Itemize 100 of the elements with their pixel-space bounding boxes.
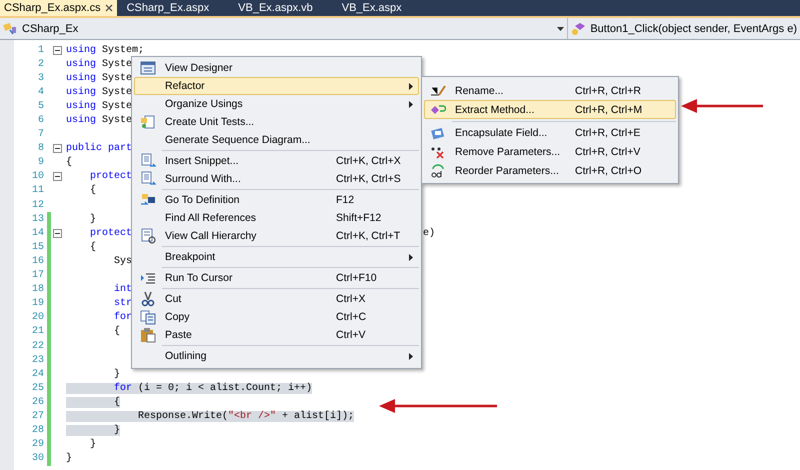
document-tab[interactable]: CSharp_Ex.aspx.cs (0, 0, 117, 16)
code-text: e) (423, 228, 436, 239)
close-icon (104, 4, 113, 12)
menu-item[interactable]: View Call Hierarchy Ctrl+K, Ctrl+T (134, 227, 419, 245)
submenu-arrow-icon (409, 254, 413, 260)
collapse-icon[interactable] (53, 144, 62, 154)
menu-item[interactable]: Encapsulate Field... Ctrl+R, Ctrl+E (424, 123, 676, 142)
menu-item[interactable]: Find All References Shift+F12 (134, 209, 419, 227)
line-number: 28 (30, 425, 45, 436)
code-text: protect (89, 228, 132, 239)
submenu-arrow-icon (409, 82, 413, 90)
code-text: { (89, 242, 96, 253)
line-number: 9 (36, 157, 45, 168)
menu-item-icon (140, 114, 156, 130)
line-number: 21 (30, 326, 45, 338)
menu-item-icon (430, 82, 446, 98)
code-text: for (i = 0; i < alist.Count; i++) (66, 382, 312, 394)
menu-item[interactable]: Rename... Ctrl+R, Ctrl+R (424, 81, 676, 100)
menu-item[interactable]: Surround With... Ctrl+K, Ctrl+S (134, 170, 419, 188)
menu-item-icon (430, 162, 446, 178)
menu-item[interactable]: Reorder Parameters... Ctrl+R, Ctrl+O (424, 161, 676, 180)
code-text: } (66, 425, 120, 436)
line-number: 17 (30, 270, 45, 282)
code-text: } (89, 439, 96, 450)
code-text: { (113, 326, 120, 338)
line-number: 26 (30, 396, 45, 408)
dropdown-arrow-icon (557, 26, 564, 30)
line-number: 7 (36, 129, 45, 140)
menu-item[interactable]: Generate Sequence Diagram... (134, 131, 419, 149)
code-text: using Syste (66, 115, 132, 126)
document-tab[interactable]: CSharp_Ex.aspx (122, 0, 222, 16)
line-number: 2 (36, 58, 45, 70)
line-number: 16 (30, 256, 45, 267)
class-icon (3, 22, 19, 36)
menu-item[interactable]: Cut Ctrl+X (134, 290, 419, 308)
line-number: 19 (30, 298, 45, 310)
code-text: { (66, 157, 72, 168)
menu-item[interactable]: Paste Ctrl+V (134, 326, 419, 344)
menu-item-icon (140, 327, 156, 343)
menu-item-icon (140, 309, 156, 325)
line-number: 3 (36, 72, 45, 84)
code-text: { (66, 396, 120, 408)
menu-item-icon (140, 228, 156, 244)
collapse-icon[interactable] (53, 228, 62, 238)
line-number: 5 (36, 100, 45, 112)
line-number: 12 (30, 200, 45, 211)
line-number: 11 (30, 185, 45, 196)
menu-item[interactable]: Run To Cursor Ctrl+F10 (134, 269, 419, 287)
menu-item[interactable]: Organize Usings (134, 95, 419, 113)
menu-item-icon (140, 60, 156, 76)
line-number: 25 (30, 382, 45, 394)
menu-item[interactable]: Refactor (134, 77, 419, 95)
code-text: using Syste (66, 86, 132, 98)
line-number: 4 (36, 86, 45, 98)
menu-item[interactable]: Outlining (134, 347, 419, 365)
code-text: for (113, 312, 132, 324)
collapse-icon[interactable] (53, 46, 62, 55)
line-number: 10 (30, 171, 45, 182)
code-text: { (89, 185, 96, 196)
code-text: public part (66, 143, 132, 154)
menu-item[interactable]: Go To Definition F12 (134, 191, 419, 209)
code-text: int (113, 284, 132, 296)
menu-item[interactable]: Copy Ctrl+C (134, 308, 419, 326)
member-dropdown[interactable]: Button1_Click(object sender, EventArgs e) (568, 18, 800, 39)
code-text: str (113, 298, 132, 310)
menu-item[interactable]: View Designer (134, 59, 419, 77)
code-text: Response.Write("<br />" + alist[i]); (66, 410, 354, 422)
line-number: 6 (36, 115, 45, 126)
menu-item[interactable]: Insert Snippet... Ctrl+K, Ctrl+X (134, 152, 419, 170)
line-number: 8 (36, 143, 45, 154)
menu-item[interactable]: Extract Method... Ctrl+R, Ctrl+M (424, 100, 676, 119)
code-text: using System; (66, 44, 144, 56)
submenu-arrow-icon (409, 100, 413, 108)
code-text: using Syste (66, 72, 132, 84)
code-text: using Syste (66, 100, 132, 112)
document-tab[interactable]: VB_Ex.aspx (338, 0, 415, 16)
code-text: } (113, 368, 120, 380)
menu-item[interactable]: Remove Parameters... Ctrl+R, Ctrl+V (424, 142, 676, 161)
menu-item[interactable]: Breakpoint (134, 248, 419, 266)
line-number: 23 (30, 354, 45, 366)
method-icon (571, 22, 588, 36)
line-number: 24 (30, 368, 45, 380)
line-number: 27 (30, 410, 45, 422)
line-number: 29 (30, 439, 45, 450)
line-number: 1 (36, 44, 45, 56)
line-number: 14 (30, 228, 45, 239)
document-tab[interactable]: VB_Ex.aspx.vb (234, 0, 326, 16)
line-number: 20 (30, 312, 45, 324)
code-text: } (66, 453, 72, 464)
menu-item-icon (140, 171, 156, 187)
type-dropdown[interactable]: CSharp_Ex (0, 18, 568, 39)
code-text: } (89, 214, 96, 225)
code-text: Sys (113, 256, 132, 267)
menu-item[interactable]: Create Unit Tests... (134, 113, 419, 131)
collapse-icon[interactable] (53, 172, 62, 182)
line-number: 22 (30, 340, 45, 352)
line-number: 13 (30, 214, 45, 225)
line-number: 30 (30, 453, 45, 464)
line-number: 18 (30, 284, 45, 296)
code-text: protect (89, 171, 132, 182)
